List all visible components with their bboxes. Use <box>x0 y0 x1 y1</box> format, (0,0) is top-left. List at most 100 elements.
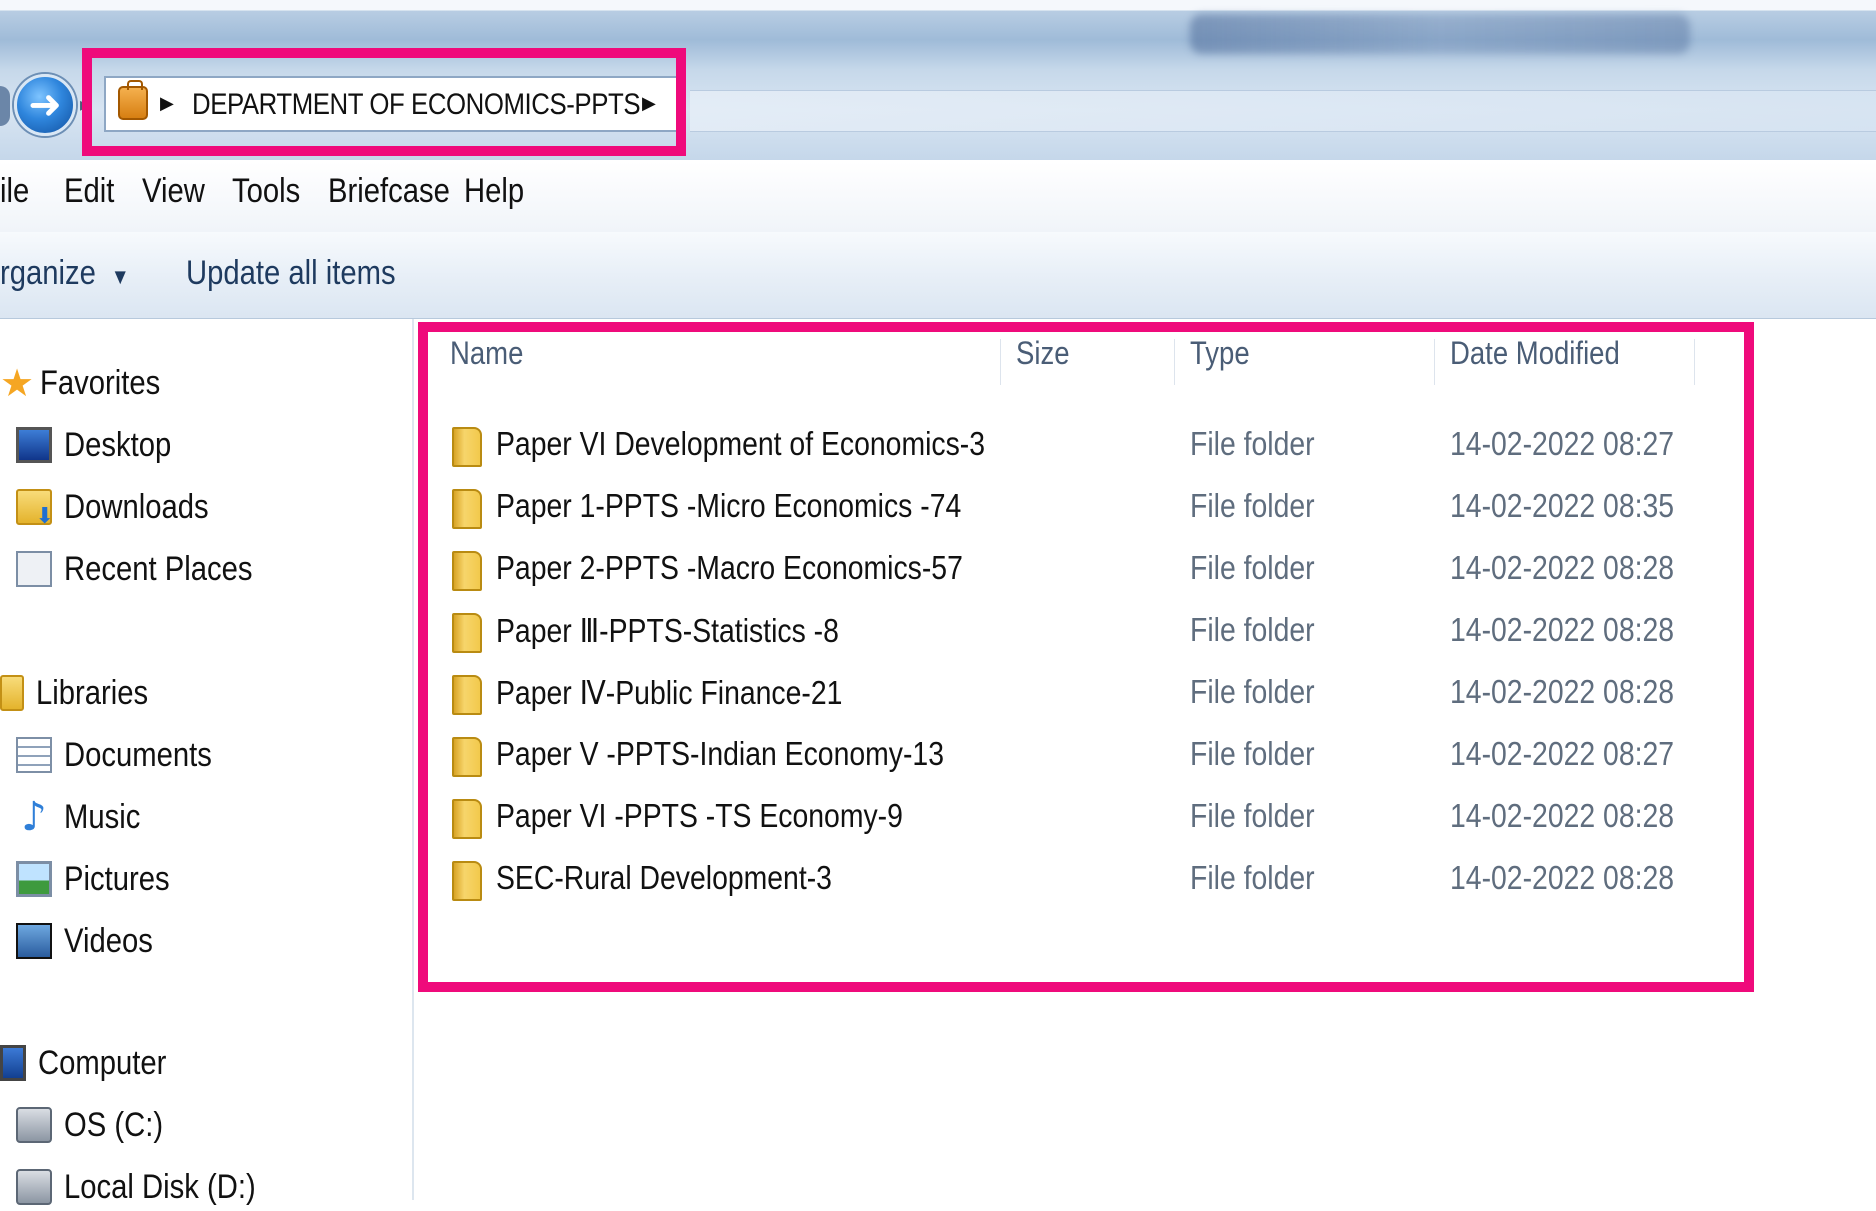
file-date: 14-02-2022 08:28 <box>1450 549 1675 586</box>
file-row[interactable]: Paper Ⅲ-PPTS-Statistics -8 File folder 1… <box>414 605 1714 657</box>
nav-desktop[interactable]: Desktop <box>16 421 189 469</box>
folder-icon <box>452 675 482 715</box>
folder-icon <box>452 551 482 591</box>
file-date: 14-02-2022 08:35 <box>1450 487 1675 524</box>
file-row[interactable]: Paper V -PPTS-Indian Economy-13 File fol… <box>414 729 1714 781</box>
nav-downloads-label: Downloads <box>64 487 209 526</box>
file-date: 14-02-2022 08:27 <box>1450 735 1675 772</box>
file-type: File folder <box>1190 425 1315 462</box>
folder-icon <box>452 861 482 901</box>
file-name: Paper 1-PPTS -Micro Economics -74 <box>496 487 962 524</box>
file-row[interactable]: Paper 2-PPTS -Macro Economics-57 File fo… <box>414 543 1714 595</box>
nav-documents[interactable]: Documents <box>16 731 236 779</box>
folder-icon <box>452 613 482 653</box>
file-type: File folder <box>1190 673 1315 710</box>
nav-music-label: Music <box>64 797 141 836</box>
pictures-icon <box>16 861 52 897</box>
breadcrumb-current[interactable]: DEPARTMENT OF ECONOMICS-PPTS <box>192 88 641 122</box>
menu-help[interactable]: Help <box>464 172 524 211</box>
nav-computer[interactable]: Computer <box>0 1039 187 1087</box>
column-header-size[interactable]: Size <box>1016 335 1070 372</box>
menu-edit[interactable]: Edit <box>64 172 114 211</box>
file-date: 14-02-2022 08:28 <box>1450 859 1675 896</box>
file-name: Paper VI Development of Economics-3 <box>496 425 986 462</box>
file-name: Paper 2-PPTS -Macro Economics-57 <box>496 549 963 586</box>
menu-view[interactable]: View <box>142 172 205 211</box>
file-row[interactable]: Paper Ⅳ-Public Finance-21 File folder 14… <box>414 667 1714 719</box>
nav-recent-places[interactable]: Recent Places <box>16 545 283 593</box>
nav-libraries-label: Libraries <box>36 673 149 712</box>
nav-favorites-label: Favorites <box>40 363 161 402</box>
window-titlebar: ➜ ▸ ▶ DEPARTMENT OF ECONOMICS-PPTS ▶ <box>0 0 1876 160</box>
nav-drive-c-label: OS (C:) <box>64 1105 164 1144</box>
file-type: File folder <box>1190 797 1315 834</box>
videos-icon <box>16 923 52 959</box>
breadcrumb-expand-icon[interactable]: ▶ <box>642 93 656 114</box>
file-row[interactable]: Paper VI -PPTS -TS Economy-9 File folder… <box>414 791 1714 843</box>
music-icon: ♪ <box>21 794 47 840</box>
recent-places-icon <box>16 551 52 587</box>
back-button[interactable]: ➜ <box>14 74 76 136</box>
file-type: File folder <box>1190 859 1315 896</box>
address-bar[interactable]: ▶ DEPARTMENT OF ECONOMICS-PPTS ▶ <box>104 76 680 132</box>
organize-label: rganize <box>0 254 96 292</box>
column-header-date-modified[interactable]: Date Modified <box>1450 335 1620 372</box>
window-edge <box>0 86 10 126</box>
column-divider[interactable] <box>1694 339 1695 385</box>
nav-libraries[interactable]: Libraries <box>0 669 166 717</box>
column-divider[interactable] <box>1434 339 1435 385</box>
downloads-icon <box>16 489 54 529</box>
folder-icon <box>452 489 482 529</box>
file-list-pane: Name Size Type Date Modified Paper VI De… <box>414 319 1876 1200</box>
menu-briefcase[interactable]: Briefcase <box>328 172 450 211</box>
nav-favorites[interactable]: ★ Favorites <box>0 359 180 407</box>
column-header-name[interactable]: Name <box>450 335 523 372</box>
file-date: 14-02-2022 08:28 <box>1450 797 1675 834</box>
file-name: Paper Ⅲ-PPTS-Statistics -8 <box>496 612 839 649</box>
nav-recent-places-label: Recent Places <box>64 549 253 588</box>
briefcase-icon <box>118 80 148 120</box>
menu-tools[interactable]: Tools <box>232 172 300 211</box>
arrow-right-icon: ➜ <box>28 82 62 128</box>
file-row[interactable]: Paper VI Development of Economics-3 File… <box>414 419 1714 471</box>
nav-drive-c[interactable]: OS (C:) <box>16 1101 179 1149</box>
nav-music[interactable]: ♪ Music <box>16 793 153 841</box>
file-type: File folder <box>1190 611 1315 648</box>
folder-icon <box>452 737 482 777</box>
nav-drive-d[interactable]: Local Disk (D:) <box>16 1163 287 1211</box>
update-all-items-button[interactable]: Update all items <box>186 254 396 293</box>
libraries-icon <box>0 675 24 711</box>
desktop-icon <box>16 427 52 463</box>
folder-icon <box>452 799 482 839</box>
nav-videos-label: Videos <box>64 921 153 960</box>
nav-documents-label: Documents <box>64 735 212 774</box>
blurred-search-area <box>690 90 1876 132</box>
documents-icon <box>16 737 52 773</box>
history-dropdown-icon[interactable]: ▸ <box>80 92 90 116</box>
nav-drive-d-label: Local Disk (D:) <box>64 1167 256 1206</box>
file-date: 14-02-2022 08:28 <box>1450 611 1675 648</box>
organize-button[interactable]: rganize ▼ <box>0 254 130 293</box>
menu-file[interactable]: ile <box>0 172 29 211</box>
file-name: SEC-Rural Development-3 <box>496 859 832 896</box>
nav-pictures[interactable]: Pictures <box>16 855 187 903</box>
file-type: File folder <box>1190 735 1315 772</box>
file-row[interactable]: SEC-Rural Development-3 File folder 14-0… <box>414 853 1714 905</box>
nav-downloads[interactable]: Downloads <box>16 483 232 531</box>
breadcrumb-separator-icon[interactable]: ▶ <box>160 93 174 114</box>
menu-bar: ile Edit View Tools Briefcase Help <box>0 162 1876 233</box>
star-icon: ★ <box>0 361 35 405</box>
drive-c-icon <box>16 1107 52 1143</box>
column-divider[interactable] <box>1000 339 1001 385</box>
folder-icon <box>452 427 482 467</box>
column-header-type[interactable]: Type <box>1190 335 1250 372</box>
file-name: Paper V -PPTS-Indian Economy-13 <box>496 735 944 772</box>
nav-videos[interactable]: Videos <box>16 917 167 965</box>
file-type: File folder <box>1190 487 1315 524</box>
column-divider[interactable] <box>1174 339 1175 385</box>
file-row[interactable]: Paper 1-PPTS -Micro Economics -74 File f… <box>414 481 1714 533</box>
computer-icon <box>0 1045 26 1081</box>
file-type: File folder <box>1190 549 1315 586</box>
blurred-window-title <box>1190 14 1690 54</box>
nav-computer-label: Computer <box>38 1043 167 1082</box>
